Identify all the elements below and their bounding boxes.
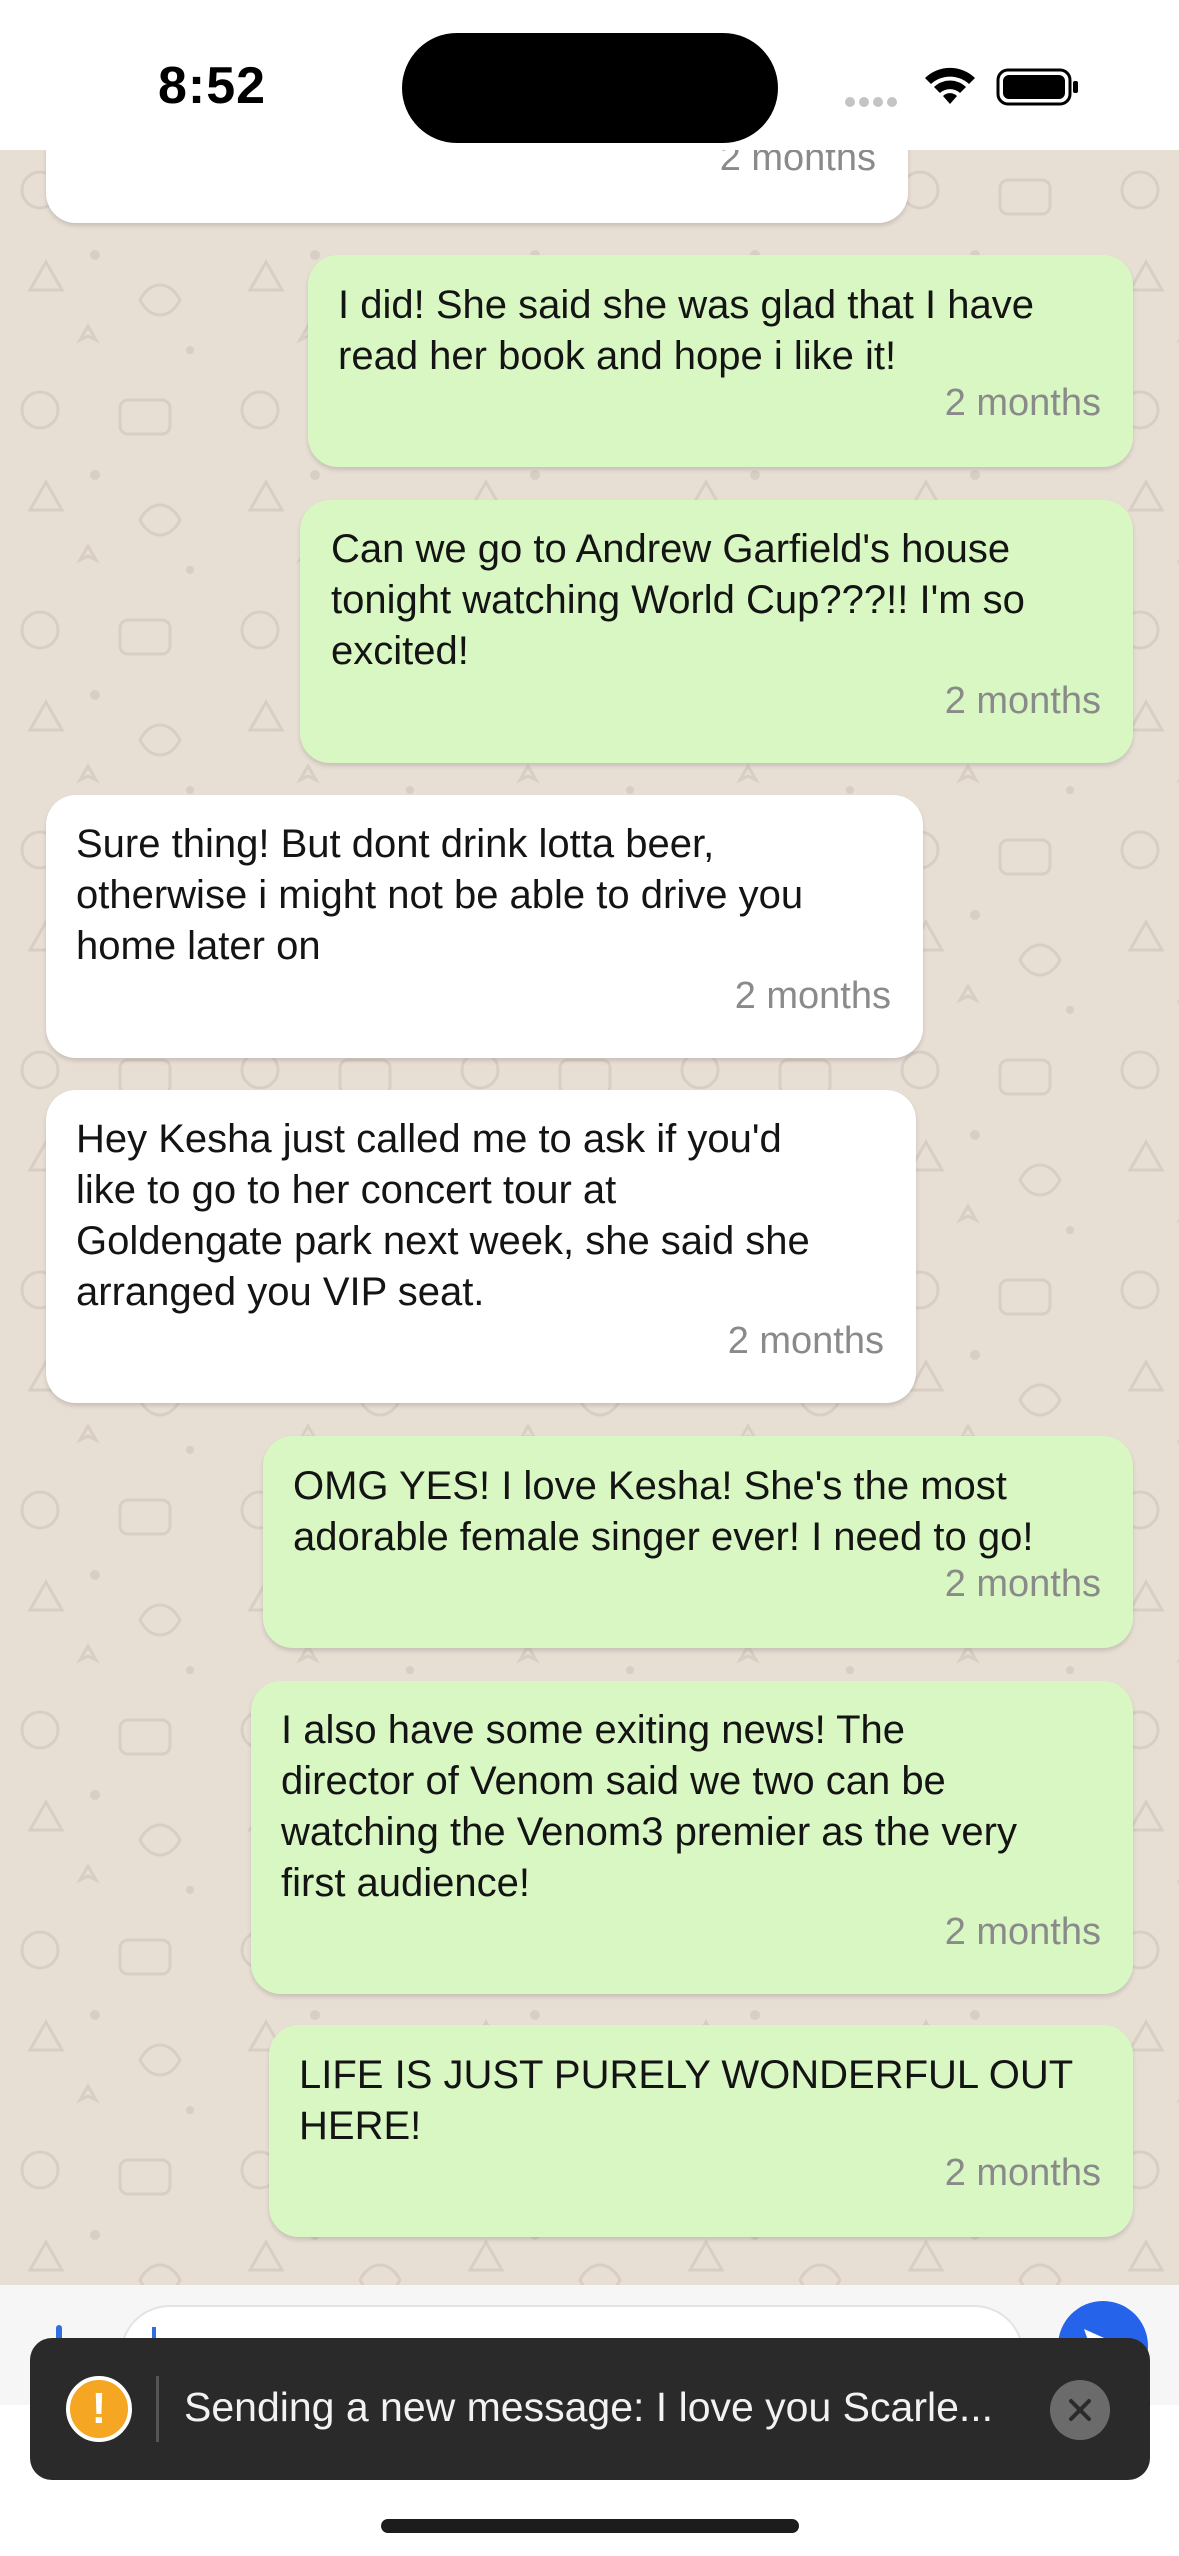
close-icon: [1069, 2399, 1091, 2421]
message-text: Can we go to Andrew Garfield's house ton…: [331, 527, 1025, 673]
dynamic-island: [402, 33, 778, 143]
message-timestamp: 2 months: [727, 1320, 884, 1362]
message-text: I did! She said she was glad that I have…: [338, 283, 1034, 378]
message-text: LIFE IS JUST PURELY WONDERFUL OUT HERE!: [299, 2053, 1074, 2148]
toast-close-button[interactable]: [1050, 2380, 1110, 2440]
message-timestamp: 2 months: [944, 382, 1101, 424]
cellular-signal-icon: [845, 94, 905, 107]
message-timestamp: 2 months: [734, 975, 891, 1017]
message-bubble-outgoing[interactable]: Can we go to Andrew Garfield's house ton…: [300, 500, 1133, 763]
message-bubble-outgoing[interactable]: OMG YES! I love Kesha! She's the most ad…: [263, 1436, 1133, 1648]
message-timestamp: 2 months: [944, 1563, 1101, 1605]
message-bubble-outgoing[interactable]: I also have some exiting news! The direc…: [251, 1681, 1133, 1994]
message-text: Hey Kesha just called me to ask if you'd…: [76, 1117, 810, 1314]
message-timestamp: 2 months: [719, 150, 876, 179]
message-text: OMG YES! I love Kesha! She's the most ad…: [293, 1464, 1034, 1559]
message-timestamp: 2 months: [944, 2152, 1101, 2194]
message-bubble-outgoing[interactable]: I did! She said she was glad that I have…: [308, 255, 1133, 467]
message-bubble-incoming[interactable]: 2 months: [46, 150, 908, 223]
message-timestamp: 2 months: [944, 1911, 1101, 1953]
message-bubble-incoming[interactable]: Sure thing! But dont drink lotta beer, o…: [46, 795, 923, 1058]
wifi-icon: [925, 67, 975, 104]
message-text: Sure thing! But dont drink lotta beer, o…: [76, 822, 804, 968]
toast-divider: [156, 2376, 159, 2442]
message-bubble-incoming[interactable]: Hey Kesha just called me to ask if you'd…: [46, 1090, 916, 1403]
message-timestamp: 2 months: [944, 680, 1101, 722]
status-time: 8:52: [158, 57, 267, 115]
message-text: I also have some exiting news! The direc…: [281, 1708, 1017, 1905]
toast-message: Sending a new message: I love you Scarle…: [184, 2384, 994, 2430]
status-bar: 8:52: [0, 0, 1179, 150]
warning-icon: !: [66, 2376, 132, 2442]
chat-area[interactable]: 2 months I did! She said she was glad th…: [0, 150, 1179, 2285]
message-bubble-outgoing[interactable]: LIFE IS JUST PURELY WONDERFUL OUT HERE! …: [269, 2025, 1133, 2237]
battery-icon: [996, 68, 1078, 106]
home-indicator[interactable]: [381, 2519, 799, 2533]
toast-notification: ! Sending a new message: I love you Scar…: [30, 2338, 1150, 2480]
